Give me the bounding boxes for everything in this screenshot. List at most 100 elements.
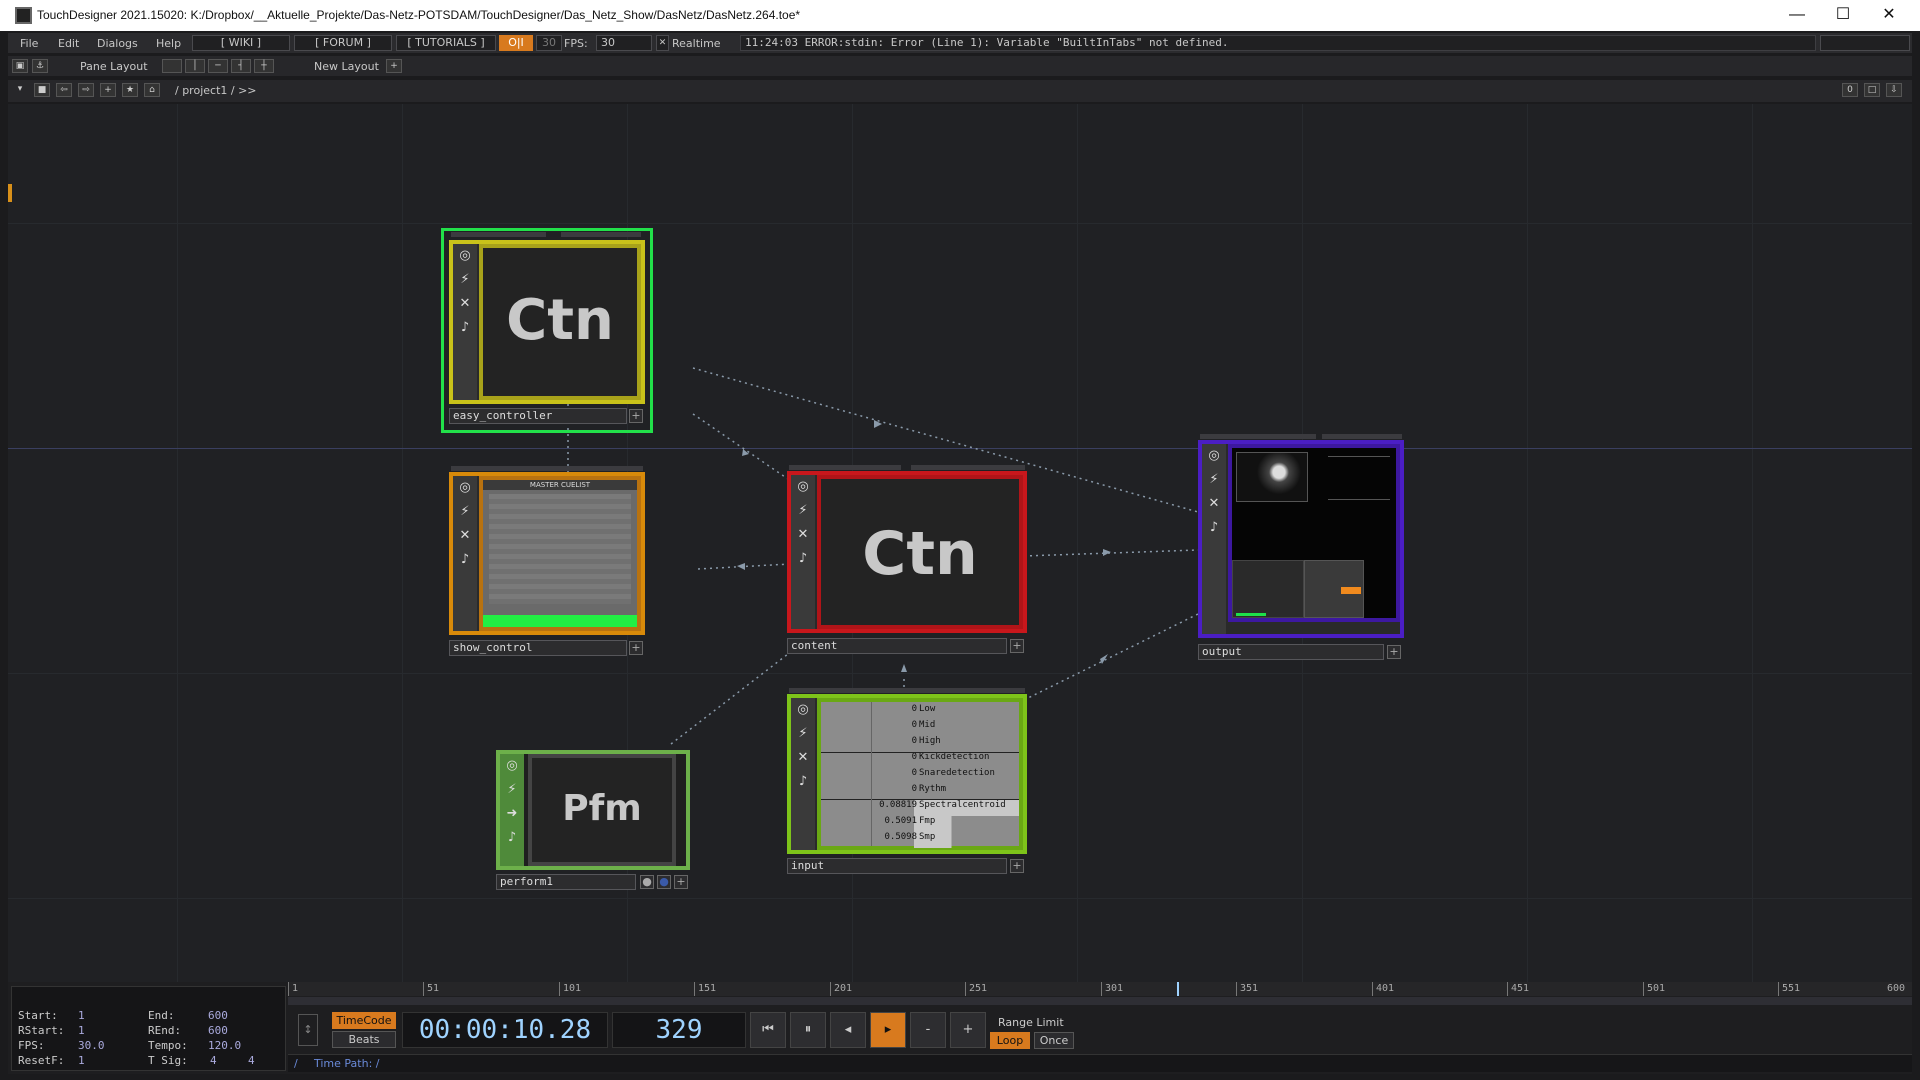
node-label[interactable]: output [1198,644,1384,660]
playhead[interactable] [1177,982,1180,996]
lock-icon[interactable]: ♪ [791,770,815,794]
stop-icon[interactable]: ■ [34,83,50,97]
tsig-b-value[interactable]: 4 [248,1054,255,1067]
close-icon[interactable]: ✕ [1202,492,1226,516]
layout-split-horizontal-icon[interactable]: ─ [208,59,228,73]
bypass-icon[interactable]: ⚡ [1202,468,1226,492]
frame-display[interactable]: 329 [612,1012,746,1048]
network-editor[interactable]: ◎ ⚡ ✕ ♪ Ctn easy_controller + ◎ ⚡ ✕ ♪ MASTER C… [8,104,1912,982]
node-label[interactable]: perform1 [496,874,636,890]
close-icon[interactable]: ✕ [791,523,815,547]
node-dot-1[interactable]: ● [640,875,654,889]
network-path[interactable]: / project1 / >> [175,84,257,97]
node-easy-controller[interactable]: ◎ ⚡ ✕ ♪ Ctn easy_controller + [441,228,653,433]
step-plus-icon[interactable]: + [950,1012,986,1048]
forum-button[interactable]: [ FORUM ] [294,35,392,51]
close-button[interactable]: ✕ [1866,0,1912,31]
loop-toggle[interactable]: Loop [990,1032,1030,1049]
play-icon[interactable]: ▸ [870,1012,906,1048]
once-toggle[interactable]: Once [1034,1032,1074,1049]
node-perform1[interactable]: ◎ ⚡ ➜ ♪ Pfm perform1 ● ● + [488,744,693,890]
lock-icon[interactable]: ♪ [500,826,524,850]
node-add-button[interactable]: + [1010,859,1024,873]
back-icon[interactable]: ⇦ [56,83,72,97]
fps-input[interactable]: 30 [596,35,652,51]
home-icon[interactable]: ⌂ [144,83,160,97]
pause-icon[interactable]: ⏸ [790,1012,826,1048]
lock-icon[interactable]: ♪ [1202,516,1226,540]
arrow-right-icon[interactable]: ➜ [500,802,524,826]
lock-icon[interactable]: ♪ [453,548,477,572]
new-layout-label[interactable]: New Layout [314,60,379,73]
node-add-button[interactable]: + [674,875,688,889]
node-add-button[interactable]: + [629,409,643,423]
node-add-button[interactable]: + [1010,639,1024,653]
close-icon[interactable]: ✕ [791,746,815,770]
lock-icon[interactable]: ♪ [791,547,815,571]
viewer-icon[interactable]: ◎ [1202,444,1226,468]
rstart-value[interactable]: 1 [78,1024,85,1037]
node-output[interactable]: ◎ ⚡ ✕ ♪ output + [1198,434,1404,664]
node-dot-2[interactable]: ● [657,875,671,889]
chevron-down-icon[interactable]: ▾ [12,83,28,97]
viewer-icon[interactable]: ◎ [500,754,524,778]
pane-type-icon[interactable]: ▣ [12,59,28,73]
step-back-icon[interactable]: ◂ [830,1012,866,1048]
timeline-scrubber[interactable] [288,997,1912,1005]
timeline-menu-button[interactable]: ↕ [298,1014,318,1046]
step-minus-icon[interactable]: - [910,1012,946,1048]
tsig-a-value[interactable]: 4 [210,1054,217,1067]
node-show-control[interactable]: ◎ ⚡ ✕ ♪ MASTER CUELIST show_control + [449,466,645,696]
bypass-icon[interactable]: ⚡ [500,778,524,802]
node-label[interactable]: content [787,638,1007,654]
tutorials-button[interactable]: [ TUTORIALS ] [396,35,496,51]
end-value[interactable]: 600 [208,1009,228,1022]
node-add-button[interactable]: + [629,641,643,655]
menu-help[interactable]: Help [156,37,181,50]
node-input[interactable]: ◎ ⚡ ✕ ♪ 0 Low 0 Mid 0 High 0 Kickdetection 0 Sna… [787,688,1027,888]
timeline-ruler[interactable]: 1 51 101 151 201 251 301 351 401 451 501… [288,982,1912,996]
layout-four-icon[interactable]: ┼ [254,59,274,73]
wiki-button[interactable]: [ WIKI ] [192,35,290,51]
rewind-icon[interactable]: ⏮ [750,1012,786,1048]
layout-three-icon[interactable]: ┤ [231,59,251,73]
menu-file[interactable]: File [20,37,38,50]
bypass-icon[interactable]: ⚡ [791,499,815,523]
start-value[interactable]: 1 [78,1009,85,1022]
node-content[interactable]: ◎ ⚡ ✕ ♪ Ctn content + [787,465,1027,665]
add-icon[interactable]: + [100,83,116,97]
fps-value[interactable]: 30.0 [78,1039,105,1052]
lock-icon[interactable]: ♪ [453,316,477,340]
viewer-icon[interactable]: ◎ [453,476,477,500]
node-add-button[interactable]: + [1387,645,1401,659]
timecode-toggle[interactable]: TimeCode [332,1012,396,1029]
layout-split-vertical-icon[interactable]: │ [185,59,205,73]
node-label[interactable]: easy_controller [449,408,627,424]
beats-toggle[interactable]: Beats [332,1031,396,1048]
resetf-value[interactable]: 1 [78,1054,85,1067]
close-icon[interactable]: ✕ [453,524,477,548]
pane-menu-icon[interactable]: ⚓ [32,59,48,73]
bypass-icon[interactable]: ⚡ [453,500,477,524]
forward-icon[interactable]: ⇨ [78,83,94,97]
minimize-button[interactable]: — [1774,0,1820,31]
bypass-icon[interactable]: ⚡ [791,722,815,746]
tempo-value[interactable]: 120.0 [208,1039,241,1052]
perform-toggle[interactable]: O|I [499,35,533,51]
menu-dialogs[interactable]: Dialogs [97,37,138,50]
realtime-checkbox[interactable]: ✕ [656,35,669,51]
close-icon[interactable]: ✕ [453,292,477,316]
zero-button[interactable]: 0 [1842,83,1858,97]
rend-value[interactable]: 600 [208,1024,228,1037]
star-icon[interactable]: ★ [122,83,138,97]
timecode-display[interactable]: 00:00:10.28 [402,1012,608,1048]
viewer-toggle-icon[interactable]: □ [1864,83,1880,97]
viewer-icon[interactable]: ◎ [791,475,815,499]
download-icon[interactable]: ⇩ [1886,83,1902,97]
maximize-button[interactable]: ☐ [1820,0,1866,31]
time-path[interactable]: Time Path: / [314,1057,380,1070]
viewer-icon[interactable]: ◎ [791,698,815,722]
node-label[interactable]: show_control [449,640,627,656]
node-label[interactable]: input [787,858,1007,874]
viewer-icon[interactable]: ◎ [453,244,477,268]
